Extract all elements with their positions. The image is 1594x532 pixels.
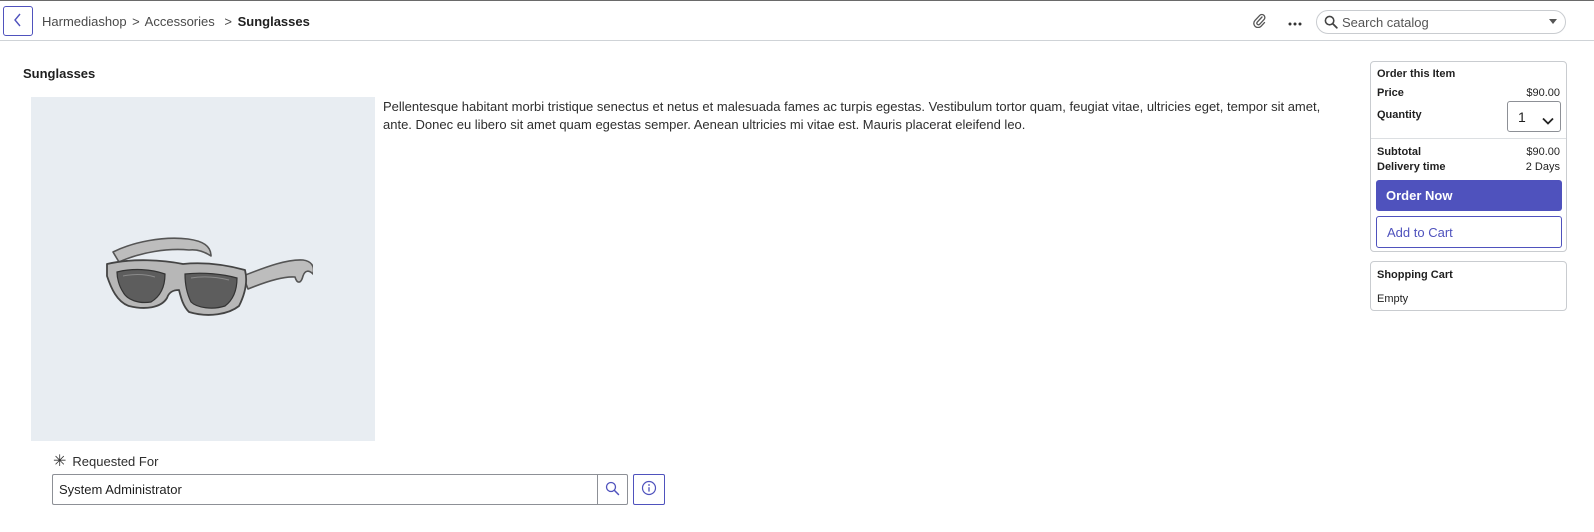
breadcrumb-separator: > xyxy=(224,14,232,29)
order-divider xyxy=(1371,138,1566,139)
breadcrumb-item-harmediashop[interactable]: Harmediashop xyxy=(42,14,127,29)
shopping-cart-heading: Shopping Cart xyxy=(1377,269,1453,281)
info-icon xyxy=(641,480,657,499)
quantity-value: 1 xyxy=(1518,108,1526,125)
chevron-down-icon[interactable] xyxy=(1549,19,1557,24)
subtotal-row: Subtotal $90.00 xyxy=(1377,146,1560,158)
add-to-cart-button[interactable]: Add to Cart xyxy=(1376,216,1562,248)
paperclip-icon xyxy=(1252,12,1266,31)
quantity-select[interactable]: 1 xyxy=(1507,101,1561,132)
requested-for-field[interactable]: System Administrator xyxy=(52,474,598,505)
required-asterisk-icon: ✳ xyxy=(53,453,67,470)
chevron-down-icon xyxy=(1542,112,1554,128)
price-row: Price $90.00 xyxy=(1377,87,1560,99)
search-icon xyxy=(1320,11,1342,33)
price-value: $90.00 xyxy=(1526,87,1560,99)
attachment-button[interactable] xyxy=(1250,12,1268,30)
order-panel: Order this Item Price $90.00 Quantity 1 … xyxy=(1370,61,1567,252)
more-options-button[interactable] xyxy=(1286,12,1304,30)
delivery-row: Delivery time 2 Days xyxy=(1377,161,1560,173)
search-input[interactable] xyxy=(1342,14,1542,30)
page-title: Sunglasses xyxy=(23,66,96,81)
delivery-time-value: 2 Days xyxy=(1525,161,1560,173)
chevron-left-icon xyxy=(13,13,23,30)
product-description: Pellentesque habitant morbi tristique se… xyxy=(383,99,1321,132)
back-button[interactable] xyxy=(3,6,33,36)
breadcrumb-item-current: Sunglasses xyxy=(237,14,310,29)
breadcrumb: Harmediashop > Accessories > Sunglasses xyxy=(42,14,310,29)
search-icon xyxy=(605,481,620,499)
order-now-button[interactable]: Order Now xyxy=(1376,180,1562,211)
order-panel-heading: Order this Item xyxy=(1377,68,1456,80)
requested-for-label: ✳ Requested For xyxy=(53,453,159,470)
requested-for-info-button[interactable] xyxy=(633,474,665,505)
breadcrumb-separator: > xyxy=(132,14,140,29)
sunglasses-illustration xyxy=(106,237,313,316)
subtotal-value: $90.00 xyxy=(1526,146,1560,158)
shopping-cart-panel: Shopping Cart Empty xyxy=(1370,261,1567,311)
subtotal-label: Subtotal xyxy=(1377,146,1421,158)
ellipsis-icon xyxy=(1288,14,1302,29)
product-image xyxy=(31,97,375,441)
delivery-time-label: Delivery time xyxy=(1377,161,1446,173)
catalog-search[interactable] xyxy=(1316,10,1566,34)
shopping-cart-status: Empty xyxy=(1377,293,1409,305)
breadcrumb-item-accessories[interactable]: Accessories xyxy=(145,14,215,29)
price-label: Price xyxy=(1377,87,1404,99)
requested-for-lookup-button[interactable] xyxy=(597,474,628,505)
quantity-label: Quantity xyxy=(1377,109,1422,121)
top-bar: Harmediashop > Accessories > Sunglasses xyxy=(0,0,1594,41)
requested-for-label-text: Requested For xyxy=(72,454,159,469)
